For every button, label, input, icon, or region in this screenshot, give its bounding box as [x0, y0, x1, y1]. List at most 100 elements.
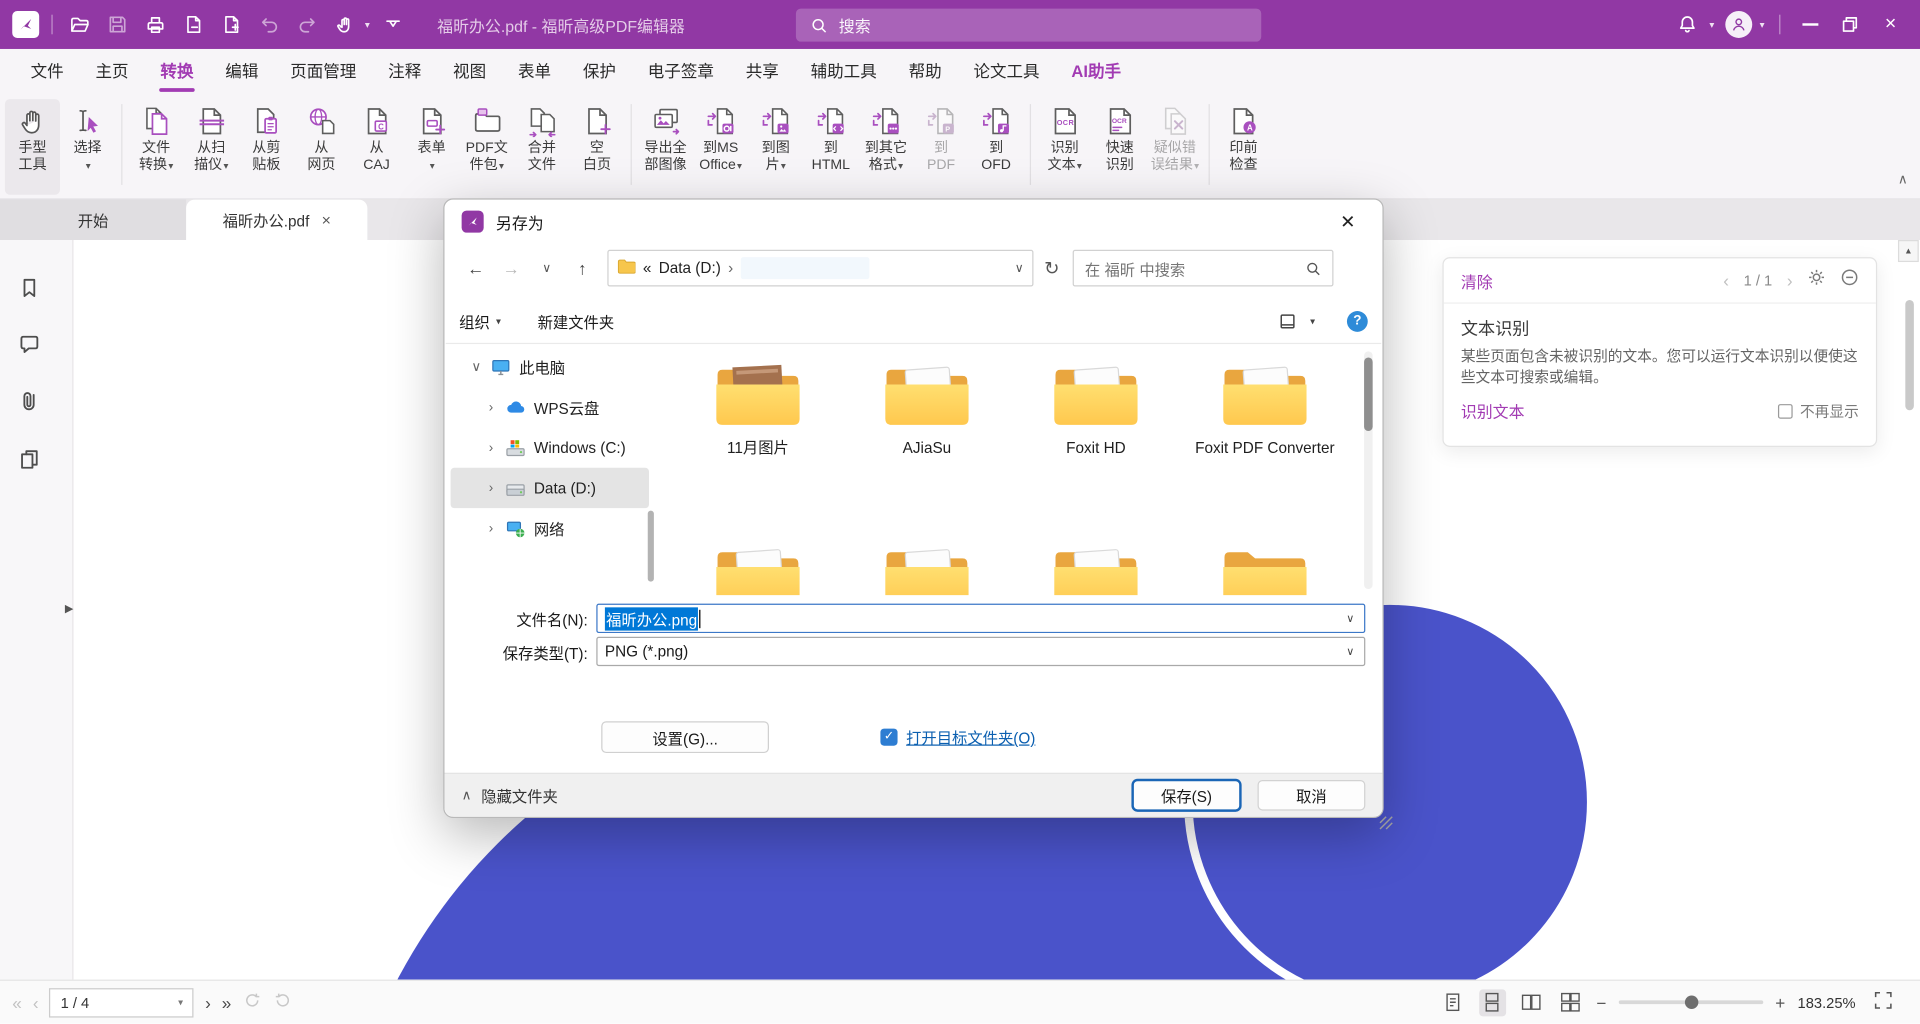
comments-panel-icon[interactable]: [18, 333, 40, 355]
chevron-down-icon[interactable]: ∨: [470, 359, 482, 375]
chevron-right-icon[interactable]: ›: [485, 481, 497, 496]
folder-item[interactable]: [673, 542, 842, 595]
hand-tool-quick-icon[interactable]: [331, 10, 360, 39]
menu-item-5[interactable]: 注释: [372, 49, 437, 96]
single-page-view-icon[interactable]: [1440, 989, 1467, 1016]
tree-item-2[interactable]: ›Windows (C:): [451, 427, 649, 467]
address-bar[interactable]: « Data (D:) › ∨: [607, 250, 1033, 287]
dont-show-checkbox[interactable]: [1778, 403, 1793, 418]
menu-item-10[interactable]: 共享: [730, 49, 795, 96]
tree-item-4[interactable]: ›网络: [451, 508, 649, 548]
tree-scrollbar[interactable]: [648, 511, 654, 582]
tab-document[interactable]: 福昕办公.pdf×: [186, 200, 367, 240]
tab-start[interactable]: 开始: [0, 200, 186, 240]
ribbon-blank-page[interactable]: 空白页: [569, 99, 624, 174]
prev-page-icon[interactable]: ‹: [1723, 271, 1729, 291]
menu-item-13[interactable]: 论文工具: [958, 49, 1056, 96]
ribbon-preflight-check[interactable]: 印前检查: [1216, 99, 1271, 174]
filename-input[interactable]: 福昕办公.png ∨: [596, 604, 1365, 633]
hand-tool-dropdown-icon[interactable]: ▾: [365, 19, 370, 30]
insert-page-icon[interactable]: [217, 10, 246, 39]
menu-item-3[interactable]: 编辑: [209, 49, 274, 96]
menu-item-4[interactable]: 页面管理: [274, 49, 372, 96]
cancel-button[interactable]: 取消: [1258, 780, 1366, 811]
resize-grip-icon[interactable]: [1378, 814, 1395, 831]
print-icon[interactable]: [141, 10, 170, 39]
folder-item[interactable]: 11月图片: [673, 360, 842, 527]
help-icon[interactable]: ?: [1347, 310, 1368, 331]
nav-back-icon[interactable]: ←: [459, 258, 492, 278]
ribbon-quick-recognize[interactable]: 快速识别: [1092, 99, 1147, 174]
view-mode-icon[interactable]: [1278, 312, 1296, 330]
ribbon-to-other-format[interactable]: 到其它格式▾: [858, 99, 913, 175]
tab-close-icon[interactable]: ×: [322, 211, 331, 229]
settings-button[interactable]: 设置(G)...: [601, 721, 769, 753]
dialog-close-icon[interactable]: ✕: [1330, 211, 1365, 233]
minimize-button[interactable]: [1795, 10, 1824, 39]
toolbar-more-icon[interactable]: [378, 10, 407, 39]
ribbon-to-ofd[interactable]: 到OFD: [969, 99, 1024, 174]
zoom-out-icon[interactable]: −: [1596, 992, 1606, 1012]
ribbon-from-scanner[interactable]: 从扫描仪▾: [184, 99, 239, 175]
savetype-select[interactable]: PNG (*.png) ∨: [596, 637, 1365, 666]
hide-folders-button[interactable]: ∧ 隐藏文件夹: [462, 784, 558, 807]
new-folder-button[interactable]: 新建文件夹: [538, 309, 615, 332]
next-page-icon[interactable]: ›: [205, 992, 211, 1012]
close-button[interactable]: ×: [1876, 10, 1905, 39]
recognize-text-link[interactable]: 识别文本: [1461, 399, 1525, 422]
open-target-folder-checkbox[interactable]: ✓: [880, 728, 897, 745]
ribbon-from-caj[interactable]: 从CAJ: [349, 99, 404, 174]
grid-scrollbar[interactable]: [1364, 351, 1373, 589]
folder-item[interactable]: [842, 542, 1011, 595]
page-dropdown-icon[interactable]: ▾: [178, 997, 183, 1008]
folder-item[interactable]: [1180, 542, 1349, 595]
ribbon-to-ms-office[interactable]: 到MSOffice▾: [693, 99, 748, 175]
account-avatar[interactable]: [1725, 11, 1752, 38]
scroll-up-button[interactable]: ▲: [1898, 240, 1919, 262]
notifications-bell-icon[interactable]: [1673, 10, 1702, 39]
menu-item-2[interactable]: 转换: [144, 49, 209, 96]
collapse-minus-icon[interactable]: [1840, 268, 1858, 292]
account-dropdown-icon[interactable]: ▾: [1760, 19, 1765, 30]
savetype-dropdown-icon[interactable]: ∨: [1346, 645, 1354, 658]
restore-button[interactable]: [1836, 10, 1865, 39]
organize-button[interactable]: 组织: [459, 309, 490, 332]
ribbon-form[interactable]: 表单▾: [404, 99, 459, 175]
menu-item-7[interactable]: 表单: [502, 49, 567, 96]
ribbon-from-web[interactable]: 从网页: [294, 99, 349, 174]
chevron-right-icon[interactable]: ›: [485, 440, 497, 455]
open-target-folder-label[interactable]: 打开目标文件夹(O): [906, 725, 1035, 748]
ribbon-hand-tool[interactable]: 手型工具: [5, 99, 60, 195]
page-number-input[interactable]: 1 / 4 ▾: [50, 988, 194, 1017]
ribbon-from-clipboard[interactable]: 从剪贴板: [239, 99, 294, 174]
zoom-in-icon[interactable]: +: [1775, 992, 1785, 1012]
refresh-icon[interactable]: ↻: [1036, 257, 1068, 279]
tree-item-0[interactable]: ∨此电脑: [451, 347, 649, 387]
nav-recent-dropdown-icon[interactable]: ∨: [530, 261, 563, 274]
menu-item-11[interactable]: 辅助工具: [795, 49, 893, 96]
attachments-panel-icon[interactable]: [18, 389, 40, 411]
notifications-dropdown-icon[interactable]: ▾: [1709, 19, 1714, 30]
bookmarks-panel-icon[interactable]: [18, 277, 40, 299]
search-input[interactable]: 搜索: [796, 9, 1261, 42]
folder-item[interactable]: Foxit HD: [1011, 360, 1180, 527]
ribbon-to-html[interactable]: 到HTML: [803, 99, 858, 174]
vertical-scrollbar[interactable]: [1905, 300, 1914, 410]
address-dropdown-icon[interactable]: ∨: [1015, 261, 1024, 274]
nav-up-icon[interactable]: ↑: [566, 258, 599, 278]
gear-icon[interactable]: [1807, 268, 1825, 292]
menu-item-1[interactable]: 主页: [80, 49, 145, 96]
continuous-view-icon[interactable]: [1479, 989, 1506, 1016]
tree-item-3[interactable]: ›Data (D:): [451, 468, 649, 508]
open-file-icon[interactable]: [65, 10, 94, 39]
chevron-right-icon[interactable]: ›: [485, 400, 497, 415]
folder-item[interactable]: [1011, 542, 1180, 595]
address-drive[interactable]: Data (D:): [659, 260, 721, 277]
extract-page-icon[interactable]: [179, 10, 208, 39]
menu-item-14[interactable]: AI助手: [1056, 49, 1137, 96]
ribbon-export-all-images[interactable]: 导出全部图像: [638, 99, 693, 174]
ribbon-file-convert[interactable]: 文件转换▾: [129, 99, 184, 175]
chevron-right-icon[interactable]: ›: [485, 521, 497, 536]
continuous-facing-view-icon[interactable]: [1557, 989, 1584, 1016]
clear-button[interactable]: 清除: [1461, 269, 1493, 292]
